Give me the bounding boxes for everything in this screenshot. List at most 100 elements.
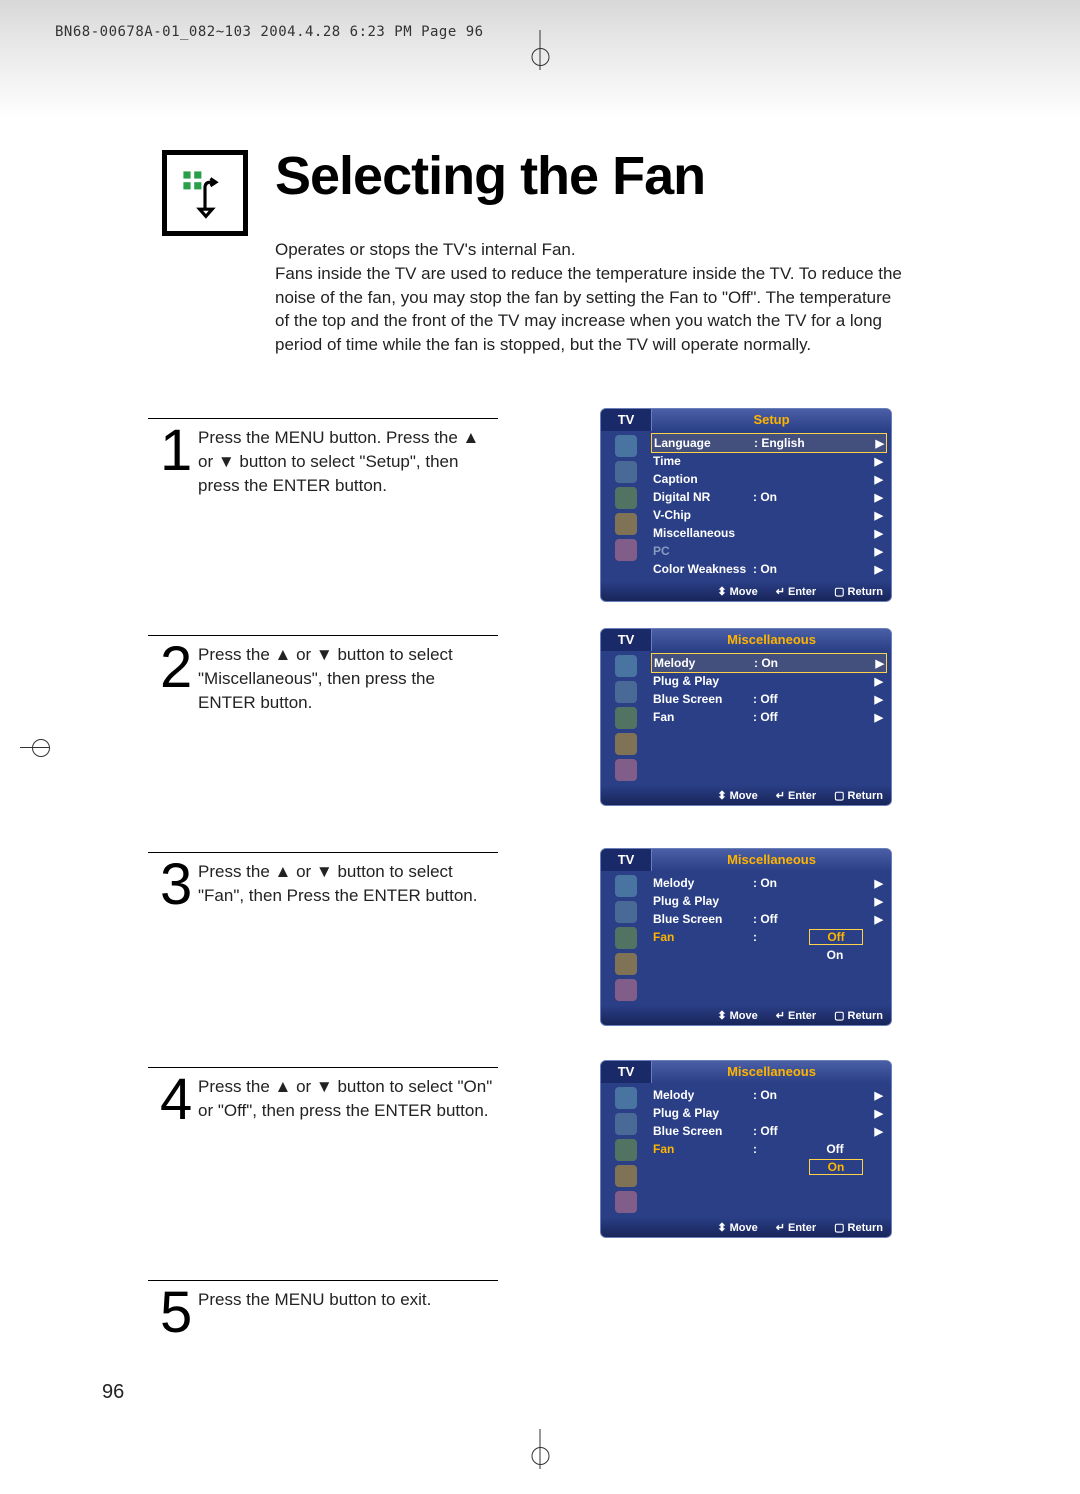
menu-row: Plug & Play ▶ bbox=[653, 892, 885, 910]
menu-label: Fan bbox=[653, 710, 753, 724]
menu-row-opt: On bbox=[653, 946, 885, 964]
menu-label: Plug & Play bbox=[653, 1106, 753, 1120]
option-off: Off bbox=[809, 1142, 861, 1156]
tv-label: TV bbox=[601, 849, 652, 871]
arrow-icon: ▶ bbox=[875, 491, 883, 504]
foot-enter: ↵ Enter bbox=[776, 1221, 816, 1234]
menu-value: : On bbox=[753, 490, 813, 504]
menu-icon-column bbox=[601, 871, 651, 1005]
intro-text: Operates or stops the TV's internal Fan.… bbox=[275, 238, 910, 357]
foot-move: ⬍ Move bbox=[717, 1221, 757, 1234]
arrow-icon: ▶ bbox=[875, 455, 883, 468]
arrow-icon: ▶ bbox=[875, 675, 883, 688]
menu-label: Digital NR bbox=[653, 490, 753, 504]
foot-enter: ↵ Enter bbox=[776, 585, 816, 598]
menu-icon-column bbox=[601, 651, 651, 785]
arrow-icon: ▶ bbox=[876, 437, 884, 450]
step-text: Press the ▲ or ▼ button to select "Fan",… bbox=[198, 860, 495, 908]
osd-menu-misc-1: TVMiscellaneousMelody: On▶Plug & Play▶Bl… bbox=[600, 628, 892, 806]
menu-label: Melody bbox=[654, 656, 754, 670]
menu-value: : Off bbox=[753, 692, 813, 706]
menu-footer: ⬍ Move ↵ Enter ▢ Return bbox=[601, 1217, 891, 1237]
foot-return: ▢ Return bbox=[834, 1221, 883, 1234]
step-number: 2 bbox=[160, 643, 189, 692]
menu-footer: ⬍ Move↵ Enter▢ Return bbox=[601, 581, 891, 601]
step-4: 4Press the ▲ or ▼ button to select "On" … bbox=[160, 1067, 495, 1124]
menu-footer: ⬍ Move↵ Enter▢ Return bbox=[601, 785, 891, 805]
menu-row: V-Chip▶ bbox=[653, 506, 885, 524]
osd-menu-misc-2: TVMiscellaneousMelody: On▶Plug & Play▶Bl… bbox=[600, 848, 892, 1026]
menu-row: Fan:Off bbox=[653, 1140, 885, 1158]
menu-items: Melody: On▶ Plug & Play ▶ Blue Screen: Off▶… bbox=[651, 1083, 891, 1217]
foot-move: ⬍ Move bbox=[717, 1009, 757, 1022]
menu-row: Melody: On▶ bbox=[653, 874, 885, 892]
crop-mark bbox=[540, 30, 541, 70]
menu-row: PC ▶ bbox=[653, 542, 885, 560]
menu-row: Blue Screen: Off▶ bbox=[653, 690, 885, 708]
menu-label: Miscellaneous bbox=[653, 526, 753, 540]
step-number: 3 bbox=[160, 860, 189, 909]
menu-row: Digital NR: On ▶ bbox=[653, 488, 885, 506]
step-text: Press the MENU button. Press the ▲ or ▼ … bbox=[198, 426, 495, 497]
arrow-icon: ▶ bbox=[875, 1107, 883, 1120]
foot-return: ▢ Return bbox=[834, 1009, 883, 1022]
arrow-icon: ▶ bbox=[876, 657, 884, 670]
step-number: 4 bbox=[160, 1075, 189, 1124]
arrow-icon: ▶ bbox=[875, 895, 883, 908]
arrow-icon: ▶ bbox=[875, 877, 883, 890]
step-text: Press the MENU button to exit. bbox=[198, 1288, 495, 1312]
arrow-icon: ▶ bbox=[875, 563, 883, 576]
menu-label: Caption bbox=[653, 472, 753, 486]
menu-items: Melody: On▶Plug & Play▶Blue Screen: Off▶… bbox=[651, 871, 891, 1005]
menu-value: : Off bbox=[753, 1124, 813, 1138]
menu-row: Time ▶ bbox=[653, 452, 885, 470]
arrow-icon: ▶ bbox=[875, 545, 883, 558]
foot-move: ⬍ Move bbox=[717, 789, 757, 802]
menu-value: : English bbox=[754, 436, 814, 450]
step-2: 2Press the ▲ or ▼ button to select "Misc… bbox=[160, 635, 495, 714]
menu-title: Miscellaneous bbox=[652, 1061, 891, 1083]
menu-label: Time bbox=[653, 454, 753, 468]
menu-items: Language: English▶Time▶Caption▶Digital N… bbox=[651, 431, 891, 581]
menu-label: PC bbox=[653, 544, 753, 558]
menu-label: Color Weakness bbox=[653, 562, 753, 576]
menu-icon-column bbox=[601, 1083, 651, 1217]
section-icon bbox=[162, 150, 248, 236]
print-header-info: BN68-00678A-01_082~103 2004.4.28 6:23 PM… bbox=[55, 24, 484, 40]
osd-menu-misc-3: TVMiscellaneousMelody: On▶Plug & Play▶Bl… bbox=[600, 1060, 892, 1238]
menu-row: Plug & Play▶ bbox=[653, 672, 885, 690]
menu-label: Fan bbox=[653, 1142, 753, 1156]
menu-label: Plug & Play bbox=[653, 894, 753, 908]
menu-value: : On bbox=[753, 562, 813, 576]
tv-label: TV bbox=[601, 629, 652, 651]
foot-return: ▢ Return bbox=[834, 585, 883, 598]
step-text: Press the ▲ or ▼ button to select "Misce… bbox=[198, 643, 495, 714]
menu-label: Language bbox=[654, 436, 754, 450]
menu-label: Blue Screen bbox=[653, 1124, 753, 1138]
arrow-icon: ▶ bbox=[875, 913, 883, 926]
menu-row: Miscellaneous▶ bbox=[653, 524, 885, 542]
arrow-icon: ▶ bbox=[875, 473, 883, 486]
arrow-icon: ▶ bbox=[875, 711, 883, 724]
menu-row: Caption ▶ bbox=[653, 470, 885, 488]
menu-label: V-Chip bbox=[653, 508, 753, 522]
menu-title: Setup bbox=[652, 409, 891, 431]
option-on: On bbox=[809, 948, 861, 962]
menu-value: : On bbox=[753, 1088, 813, 1102]
step-3: 3Press the ▲ or ▼ button to select "Fan"… bbox=[160, 852, 495, 909]
step-number: 1 bbox=[160, 426, 189, 475]
crop-mark bbox=[540, 1429, 541, 1469]
menu-row: Melody: On▶ bbox=[653, 1086, 885, 1104]
menu-value: : Off bbox=[753, 710, 813, 724]
menu-row: Blue Screen: Off▶ bbox=[653, 1122, 885, 1140]
menu-row: Plug & Play ▶ bbox=[653, 1104, 885, 1122]
step-5: 5Press the MENU button to exit. bbox=[160, 1280, 495, 1337]
page-number: 96 bbox=[102, 1381, 124, 1404]
menu-row: Fan:Off bbox=[653, 928, 885, 946]
menu-row: Color Weakness: On ▶ bbox=[653, 560, 885, 578]
menu-label: Fan bbox=[653, 930, 753, 944]
menu-row: Melody: On ▶ bbox=[651, 653, 887, 673]
menu-value: : On bbox=[754, 656, 814, 670]
menu-title: Miscellaneous bbox=[652, 629, 891, 651]
osd-menu-setup: TVSetupLanguage: English▶Time▶Caption▶Di… bbox=[600, 408, 892, 602]
